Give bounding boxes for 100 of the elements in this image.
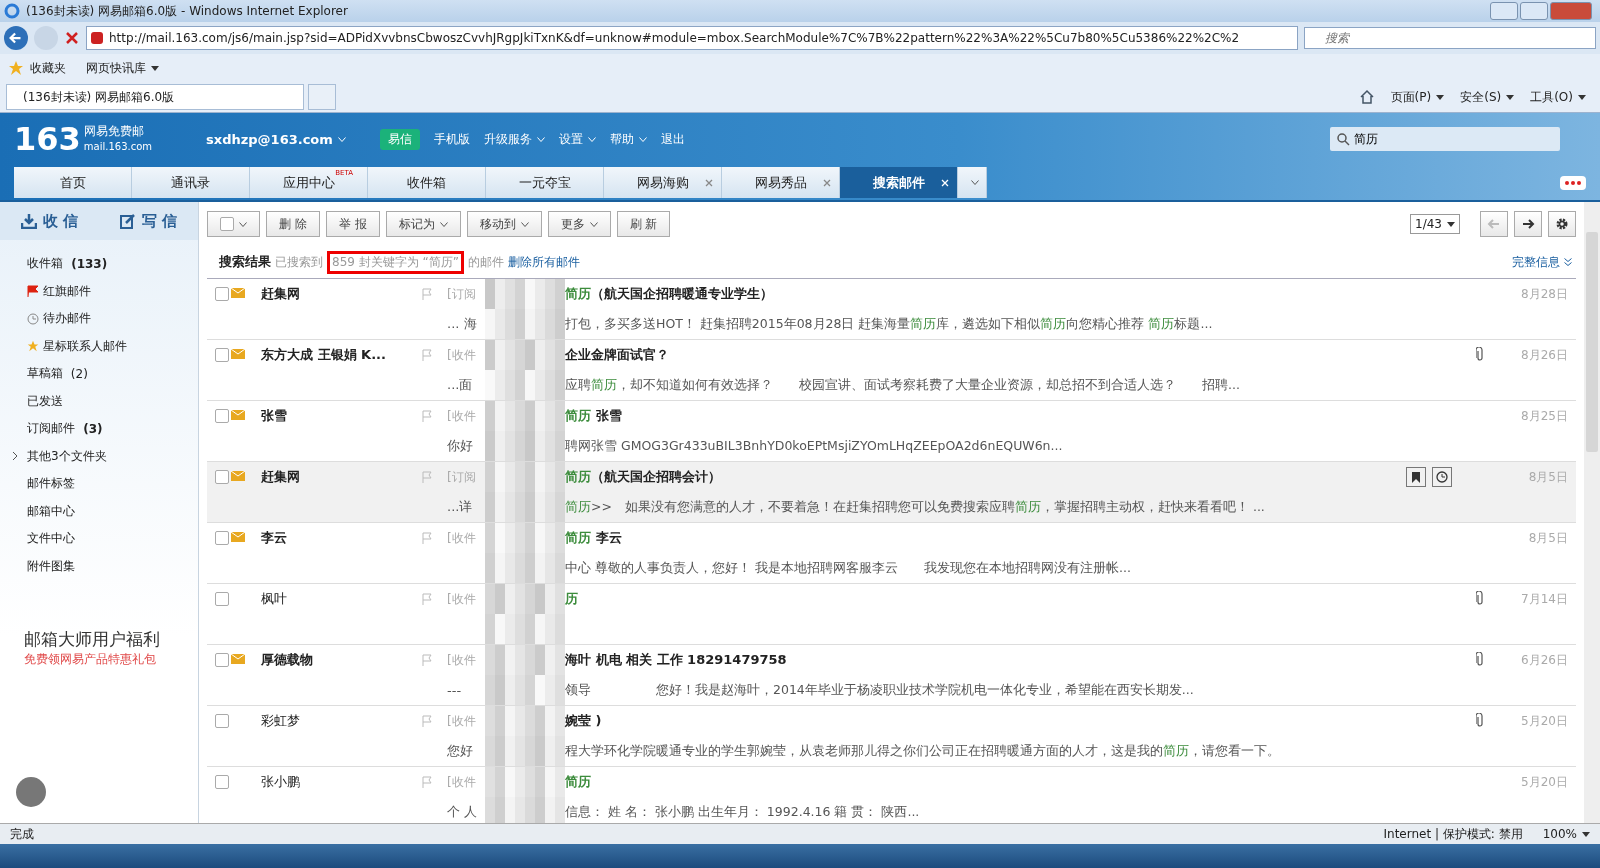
- minimize-button[interactable]: [1490, 2, 1518, 20]
- flag-icon[interactable]: [421, 776, 433, 788]
- chevron-icon[interactable]: [12, 451, 18, 462]
- address-field[interactable]: http://mail.163.com/js6/main.jsp?sid=ADPidXvvbnsCbwoszCvvhJRgpJkiTxnK&df=unknow#module=mbox.SearchModule%7C%7B%22pattern%22%3A%22%5Cu7b80%5Cu5386%22%2C%2: [86, 26, 1298, 50]
- account-menu[interactable]: sxdhzp@163.com: [206, 131, 346, 147]
- message-checkbox[interactable]: [215, 592, 229, 606]
- flag-icon[interactable]: [421, 593, 433, 605]
- close-button[interactable]: [1550, 2, 1592, 20]
- zoom-level[interactable]: 100%: [1542, 827, 1590, 841]
- mail-tab[interactable]: 一元夺宝: [486, 167, 604, 198]
- message-checkbox[interactable]: [215, 714, 229, 728]
- mail-tab[interactable]: 收件箱: [368, 167, 486, 198]
- toolbar-button[interactable]: 标记为: [385, 211, 461, 237]
- caret-icon: [1436, 94, 1445, 100]
- mail-tab[interactable]: 搜索邮件: [840, 167, 958, 198]
- folder-item[interactable]: 已发送: [0, 387, 198, 415]
- double-chevron-icon[interactable]: [1564, 257, 1572, 267]
- folder-item[interactable]: 待办邮件: [0, 305, 198, 333]
- flag-icon[interactable]: [421, 532, 433, 544]
- promo-title[interactable]: 邮箱大师用户福利: [24, 628, 198, 651]
- maximize-button[interactable]: [1520, 2, 1548, 20]
- apps-button[interactable]: [16, 777, 46, 807]
- previous-page-button[interactable]: [1480, 211, 1508, 237]
- flag-icon[interactable]: [421, 715, 433, 727]
- more-button[interactable]: [1560, 176, 1586, 190]
- close-icon[interactable]: [705, 178, 713, 187]
- folder-item[interactable]: 其他3个文件夹: [0, 442, 198, 470]
- reminder-button[interactable]: [1432, 467, 1452, 487]
- message-checkbox[interactable]: [215, 653, 229, 667]
- flag-icon[interactable]: [421, 654, 433, 666]
- flag-icon: [27, 285, 39, 298]
- flag-icon[interactable]: [421, 410, 433, 422]
- message-checkbox[interactable]: [215, 287, 229, 301]
- command-menu[interactable]: 工具(O): [1530, 88, 1586, 106]
- promo-subtitle[interactable]: 免费领网易产品特惠礼包: [24, 651, 198, 668]
- caret-icon: [1447, 221, 1455, 227]
- command-menu[interactable]: 页面(P): [1390, 88, 1445, 106]
- browser-search-field[interactable]: 搜索: [1304, 27, 1596, 49]
- folder-item[interactable]: 草稿箱 (2): [0, 360, 198, 388]
- web-slice-gallery-link[interactable]: 网页快讯库: [86, 59, 159, 77]
- toolbar-button[interactable]: 更多: [547, 211, 611, 237]
- browser-tab[interactable]: (136封未读) 网易邮箱6.0版: [6, 84, 304, 110]
- message-checkbox[interactable]: [215, 409, 229, 423]
- delete-all-link[interactable]: 删除所有邮件: [507, 253, 580, 271]
- home-icon[interactable]: [1358, 89, 1375, 105]
- compose-button[interactable]: 写 信: [99, 202, 198, 240]
- receive-button[interactable]: 收 信: [0, 202, 99, 240]
- scrollbar[interactable]: [1584, 202, 1600, 823]
- toolbar-button[interactable]: 举 报: [325, 211, 380, 237]
- bookmark-button[interactable]: [1406, 467, 1426, 487]
- message-checkbox[interactable]: [215, 470, 229, 484]
- header-menu-link[interactable]: 帮助: [609, 130, 647, 148]
- close-icon[interactable]: [823, 178, 831, 187]
- toolbar-button[interactable]: 删 除: [266, 211, 320, 237]
- folder-item[interactable]: 订阅邮件 (3): [0, 415, 198, 443]
- folder-tag: [收件: [447, 651, 485, 669]
- header-link[interactable]: 手机版: [433, 130, 470, 148]
- folder-item[interactable]: 邮件标签: [0, 470, 198, 498]
- mail-tab[interactable]: 应用中心 $^{BETA}$: [250, 167, 368, 198]
- toolbar-button[interactable]: 刷 新: [616, 211, 671, 237]
- mail-search-field[interactable]: 简历: [1330, 127, 1560, 151]
- message-checkbox[interactable]: [215, 775, 229, 789]
- flag-icon[interactable]: [421, 349, 433, 361]
- highlighted-count: 859 封关键字为 “简历”: [327, 250, 464, 274]
- message-subject: 历: [565, 590, 579, 608]
- back-button[interactable]: [4, 26, 28, 50]
- folder-item[interactable]: 邮箱中心: [0, 497, 198, 525]
- folder-tag: [收件: [447, 712, 485, 730]
- mail-tab[interactable]: 网易秀品: [722, 167, 840, 198]
- stop-icon[interactable]: [64, 30, 80, 46]
- folder-item[interactable]: 文件中心: [0, 525, 198, 553]
- folder-item[interactable]: 红旗邮件: [0, 277, 198, 305]
- message-checkbox[interactable]: [215, 531, 229, 545]
- bookmark-icon: [1412, 471, 1420, 483]
- header-menu-link[interactable]: 升级服务: [483, 130, 545, 148]
- next-page-button[interactable]: [1514, 211, 1542, 237]
- flag-icon[interactable]: [421, 288, 433, 300]
- folder-item[interactable]: 星标联系人邮件: [0, 332, 198, 360]
- folder-tag: [收件: [447, 773, 485, 791]
- command-menu[interactable]: 安全(S): [1460, 88, 1515, 106]
- select-all-checkbox[interactable]: [207, 211, 260, 237]
- full-info-link[interactable]: 完整信息: [1512, 253, 1560, 271]
- new-tab-button[interactable]: [308, 84, 336, 110]
- message-subject: 简历: [565, 773, 592, 791]
- toolbar-button[interactable]: 移动到: [466, 211, 542, 237]
- mail-tab[interactable]: 首页: [14, 167, 132, 198]
- mail-tab[interactable]: 网易海购: [604, 167, 722, 198]
- header-menu-link[interactable]: 设置: [558, 130, 596, 148]
- favorites-button[interactable]: 收藏夹: [30, 59, 66, 77]
- message-checkbox[interactable]: [215, 348, 229, 362]
- folder-item[interactable]: 收件箱 (133): [0, 250, 198, 278]
- page-select[interactable]: 1/43: [1410, 214, 1460, 234]
- folder-item[interactable]: 附件图集: [0, 552, 198, 580]
- header-link[interactable]: 退出: [660, 130, 685, 148]
- edit-icon: [119, 213, 136, 229]
- settings-button[interactable]: [1548, 211, 1576, 237]
- caret-icon: [1506, 94, 1515, 100]
- mail-tab[interactable]: 通讯录: [132, 167, 250, 198]
- flag-icon[interactable]: [421, 471, 433, 483]
- tab-list-button[interactable]: [958, 167, 987, 198]
